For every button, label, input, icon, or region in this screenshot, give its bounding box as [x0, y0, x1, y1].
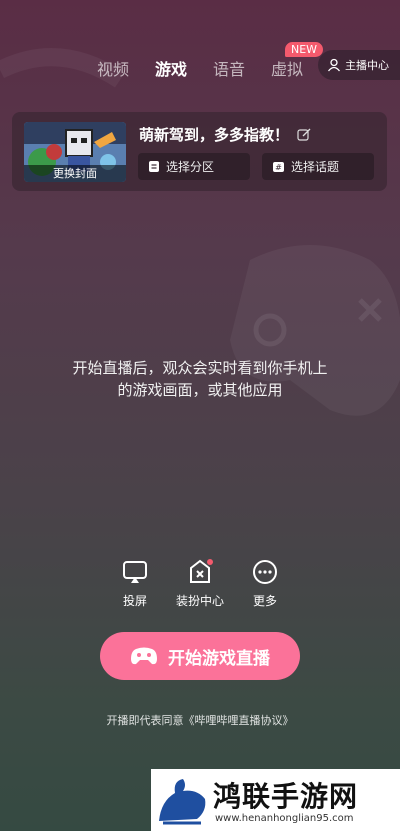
start-game-live-label: 开始游戏直播: [168, 648, 270, 669]
edit-icon[interactable]: [297, 128, 311, 142]
document-icon: [149, 161, 159, 172]
topic-icon: #: [273, 162, 284, 172]
cast-button[interactable]: 投屏: [105, 558, 165, 609]
more-button[interactable]: 更多: [235, 558, 295, 609]
cast-label: 投屏: [122, 594, 147, 608]
anchor-center-button[interactable]: 主播中心: [318, 50, 400, 80]
watermark-url: www.henanhonglian95.com: [215, 813, 354, 824]
select-area-button[interactable]: 选择分区: [138, 153, 250, 180]
room-title[interactable]: 萌新驾到，多多指教！: [139, 124, 289, 145]
decorate-center-button[interactable]: 装扮中心: [170, 558, 230, 609]
select-topic-label: 选择话题: [291, 160, 340, 174]
decorate-center-label: 装扮中心: [175, 594, 224, 608]
agreement-text[interactable]: 开播即代表同意《哔哩哔哩直播协议》: [0, 712, 400, 728]
decorate-icon: [190, 559, 213, 583]
change-cover-label: 更换封面: [24, 165, 126, 182]
new-badge: NEW: [285, 42, 324, 57]
tab-virtual[interactable]: 虚拟: [271, 56, 303, 80]
cover-image[interactable]: 更换封面: [24, 122, 126, 182]
live-hint-line1: 开始直播后，观众会实时看到你手机上: [72, 359, 328, 377]
gamepad-icon: [131, 647, 157, 665]
anchor-center-label: 主播中心: [345, 59, 389, 72]
cast-icon: [123, 561, 147, 583]
tab-game[interactable]: 游戏: [155, 56, 187, 80]
start-game-live-button[interactable]: 开始游戏直播: [100, 632, 300, 680]
watermark-banner: 鸿联手游网 www.henanhonglian95.com: [151, 769, 400, 831]
tab-video[interactable]: 视频: [97, 56, 129, 80]
tab-voice[interactable]: 语音: [213, 56, 245, 80]
select-topic-button[interactable]: # 选择话题: [262, 153, 374, 180]
watermark-title: 鸿联手游网: [213, 780, 359, 813]
bull-logo-icon: [159, 779, 206, 825]
select-area-label: 选择分区: [166, 160, 215, 174]
more-label: 更多: [252, 594, 277, 608]
user-icon: [327, 58, 341, 72]
svg-text:#: #: [275, 163, 282, 172]
live-hint-text: 开始直播后，观众会实时看到你手机上 的游戏画面，或其他应用: [0, 357, 400, 401]
more-icon: [253, 560, 277, 584]
live-hint-line2: 的游戏画面，或其他应用: [117, 381, 283, 399]
live-room-card: 更换封面 萌新驾到，多多指教！ 选择分区 # 选择话题: [12, 112, 387, 191]
